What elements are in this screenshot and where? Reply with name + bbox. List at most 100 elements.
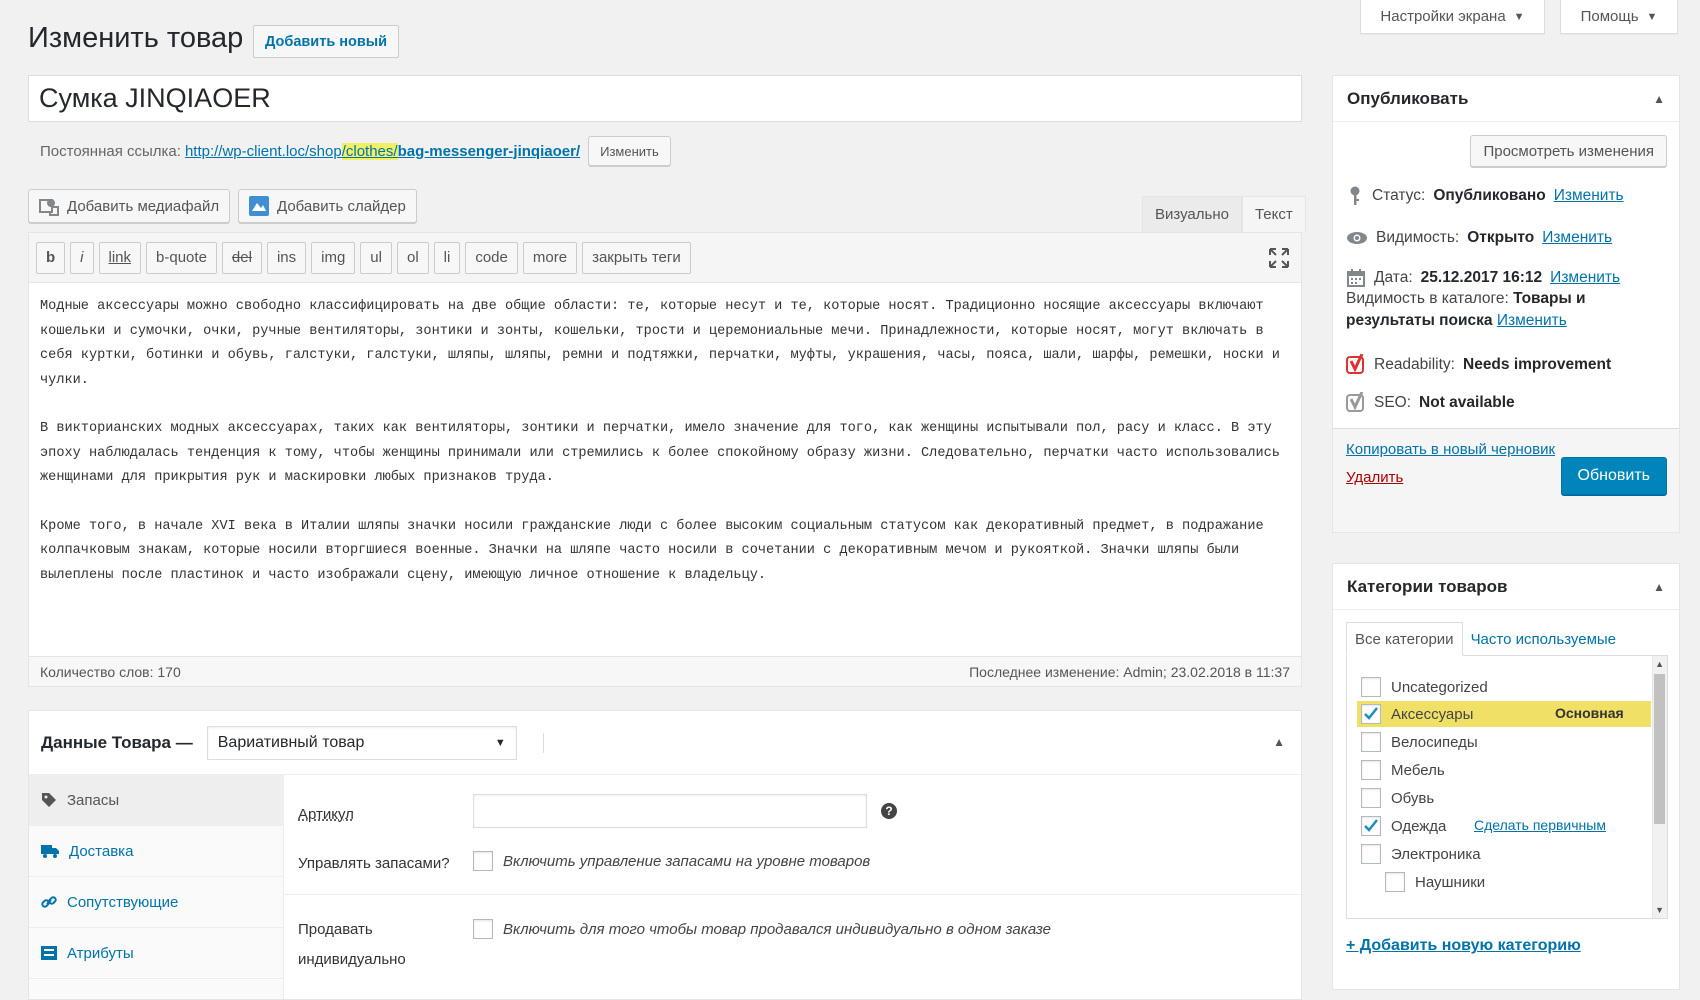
product-data-tabs: Запасы Доставка Сопутствующие Атрибуты (29, 775, 284, 999)
tab-shipping[interactable]: Доставка (29, 826, 283, 877)
category-checkbox[interactable] (1361, 788, 1381, 808)
add-media-button[interactable]: Добавить медиафайл (28, 189, 231, 223)
category-checkbox[interactable] (1385, 872, 1405, 892)
readability-label: Readability: (1374, 356, 1455, 373)
list-item[interactable]: Аксессуары (1361, 701, 1473, 727)
make-primary-link[interactable]: Сделать первичным (1474, 817, 1606, 833)
tab-most-used[interactable]: Часто используемые (1463, 622, 1624, 656)
sku-input[interactable] (473, 794, 867, 828)
add-new-category-link[interactable]: + Добавить новую категорию (1346, 937, 1581, 955)
truck-icon (41, 845, 59, 858)
qt-ol-button[interactable]: ol (396, 241, 429, 274)
qt-li-button[interactable]: li (433, 241, 461, 274)
add-new-button[interactable]: Добавить новый (253, 25, 400, 58)
scrollbar-thumb[interactable] (1654, 674, 1665, 824)
update-button[interactable]: Обновить (1560, 457, 1667, 495)
catalog-visibility-value-2: результаты поиска (1346, 312, 1493, 329)
visibility-row: Видимость: Открыто Изменить (1346, 229, 1612, 247)
visibility-edit-link[interactable]: Изменить (1542, 229, 1612, 247)
copy-to-draft-link[interactable]: Копировать в новый черновик (1346, 441, 1555, 458)
sold-individually-label-2: индивидуально (298, 951, 406, 968)
category-label: Велосипеды (1391, 733, 1478, 751)
qt-blockquote-button[interactable]: b-quote (146, 241, 217, 274)
scroll-down-icon[interactable]: ▼ (1655, 905, 1664, 915)
tab-text[interactable]: Текст (1241, 196, 1306, 232)
qt-del-button[interactable]: del (221, 241, 262, 274)
qt-close-tags-button[interactable]: закрыть теги (582, 241, 691, 274)
list-item[interactable]: Электроника (1361, 841, 1481, 867)
qt-ins-button[interactable]: ins (266, 241, 307, 274)
yoast-gray-icon (1346, 392, 1364, 412)
collapse-toggle-icon[interactable]: ▲ (1653, 92, 1665, 106)
manage-stock-row: Управлять запасами? (298, 851, 450, 875)
qt-code-button[interactable]: code (465, 241, 518, 274)
scrollbar[interactable]: ▲ ▼ (1652, 656, 1667, 918)
qt-ul-button[interactable]: ul (360, 241, 392, 274)
qt-more-button[interactable]: more (522, 241, 578, 274)
word-count: Количество слов: 170 (40, 663, 181, 680)
qt-italic-button[interactable]: i (70, 241, 94, 274)
fullscreen-icon[interactable] (1267, 246, 1291, 270)
collapse-toggle-icon[interactable]: ▲ (1273, 735, 1285, 749)
screen-options-button[interactable]: Настройки экрана ▼ (1360, 0, 1545, 34)
list-item[interactable]: Обувь (1361, 785, 1434, 811)
list-item[interactable]: Наушники (1385, 869, 1485, 895)
catalog-visibility-value: Товары и (1513, 290, 1586, 307)
tab-visual[interactable]: Визуально (1142, 196, 1242, 232)
add-slider-button[interactable]: Добавить слайдер (238, 189, 417, 223)
list-item[interactable]: Одежда (1361, 813, 1446, 839)
checkmark-icon (1364, 819, 1378, 832)
sold-individually-row: Продавать индивидуально (298, 915, 406, 975)
product-categories-box: Категории товаров ▲ Все категории Часто … (1332, 563, 1680, 990)
categories-title: Категории товаров (1347, 576, 1508, 596)
content-paragraph: В викторианских модных аксессуарах, таки… (40, 421, 1280, 485)
divider (284, 894, 1301, 895)
content-textarea[interactable]: Модные аксессуары можно свободно классиф… (29, 283, 1301, 638)
permalink-slug: bag-messenger-jinqiaoer/ (397, 142, 581, 160)
category-checkbox[interactable] (1361, 704, 1381, 724)
list-item[interactable]: Мебель (1361, 757, 1445, 783)
category-label: Одежда (1391, 817, 1447, 835)
tab-inventory[interactable]: Запасы (29, 775, 283, 826)
product-type-select[interactable]: Вариативный товар ▼ (206, 725, 517, 760)
publish-box: Опубликовать ▲ Просмотреть изменения Ста… (1332, 75, 1680, 533)
collapse-toggle-icon[interactable]: ▲ (1653, 580, 1665, 594)
sold-individually-checkbox[interactable] (473, 919, 493, 939)
tab-all-categories[interactable]: Все категории (1346, 622, 1463, 656)
tab-attributes[interactable]: Атрибуты (29, 928, 283, 979)
qt-link-button[interactable]: link (98, 241, 142, 274)
trash-link[interactable]: Удалить (1346, 469, 1403, 486)
manage-stock-checkbox[interactable] (473, 851, 493, 871)
list-item[interactable]: Велосипеды (1361, 729, 1478, 755)
status-edit-link[interactable]: Изменить (1554, 187, 1624, 205)
post-title-input[interactable]: Сумка JINQIAOER (28, 75, 1302, 122)
content-paragraph: Кроме того, в начале XVI века в Италии ш… (40, 518, 1264, 583)
date-edit-link[interactable]: Изменить (1550, 269, 1620, 287)
manage-stock-desc: Включить управление запасами на уровне т… (503, 852, 871, 870)
permalink-link[interactable]: http://wp-client.loc/shop/clothes/bag-me… (185, 142, 581, 160)
catalog-visibility-label: Видимость в каталоге: (1346, 290, 1509, 307)
permalink-edit-button[interactable]: Изменить (588, 136, 671, 166)
status-value: Опубликовано (1433, 187, 1546, 204)
product-data-header: Данные Товара — Вариативный товар ▼ ▲ (29, 711, 1301, 775)
catalog-visibility-edit-link[interactable]: Изменить (1497, 312, 1567, 329)
category-checkbox[interactable] (1361, 760, 1381, 780)
help-button[interactable]: Помощь ▼ (1560, 0, 1678, 34)
category-checklist: Uncategorized Аксессуары Основная Велоси… (1346, 655, 1668, 919)
preview-changes-button[interactable]: Просмотреть изменения (1470, 135, 1667, 167)
permalink-category: /clothes/ (341, 142, 398, 160)
qt-bold-button[interactable]: b (36, 241, 66, 274)
category-checkbox[interactable] (1361, 844, 1381, 864)
yoast-red-icon (1346, 354, 1364, 374)
tab-linked-products[interactable]: Сопутствующие (29, 877, 283, 928)
eye-icon (1347, 232, 1367, 244)
qt-img-button[interactable]: img (311, 241, 356, 274)
checkmark-icon (1364, 707, 1378, 720)
help-icon[interactable]: ? (881, 803, 897, 819)
category-checkbox[interactable] (1361, 732, 1381, 752)
category-checkbox[interactable] (1361, 816, 1381, 836)
category-checkbox[interactable] (1361, 677, 1381, 697)
list-item[interactable]: Uncategorized (1361, 674, 1488, 700)
product-data-panel: Артикул ? Управлять запасами? Включить у… (284, 775, 1301, 999)
scroll-up-icon[interactable]: ▲ (1655, 659, 1664, 669)
